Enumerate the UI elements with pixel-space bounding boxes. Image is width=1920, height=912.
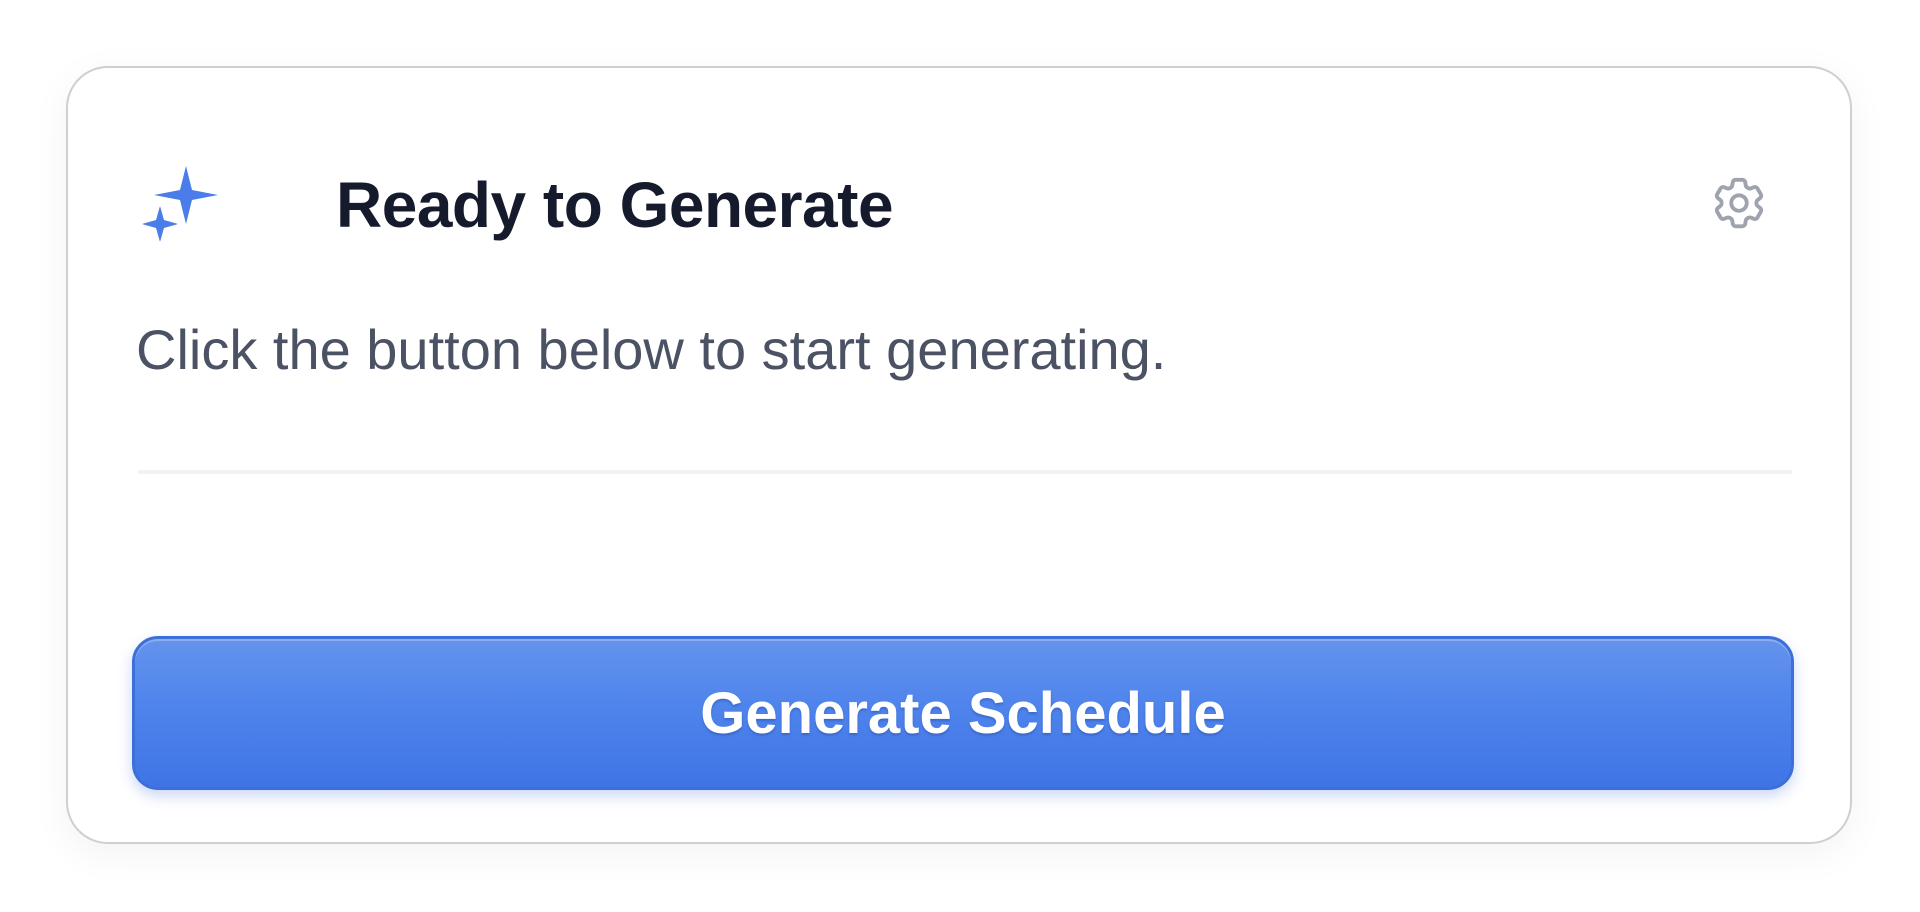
sparkle-icon <box>142 166 222 246</box>
page-title: Ready to Generate <box>336 169 894 241</box>
generate-card: Ready to Generate Click the button below… <box>66 66 1852 844</box>
generate-button-label: Generate Schedule <box>700 680 1226 746</box>
instruction-text: Click the button below to start generati… <box>136 318 1167 381</box>
generate-schedule-button[interactable]: Generate Schedule <box>132 636 1794 790</box>
card-header: Ready to Generate <box>140 148 1772 258</box>
gear-icon <box>1714 177 1764 229</box>
divider <box>138 470 1792 474</box>
settings-button[interactable] <box>1706 170 1772 236</box>
